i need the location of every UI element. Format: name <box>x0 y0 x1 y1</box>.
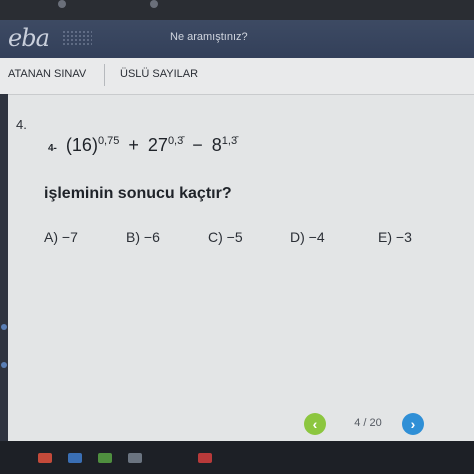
browser-tab-strip <box>0 0 474 20</box>
sidebar-icon[interactable] <box>1 324 7 330</box>
chevron-right-icon[interactable]: › <box>402 413 424 435</box>
taskbar-app-icon[interactable] <box>98 453 112 463</box>
search-input[interactable]: Ne aramıştınız? <box>170 31 248 43</box>
choice-c[interactable]: C) −5 <box>208 229 243 245</box>
taskbar-app-icon[interactable] <box>38 453 52 463</box>
question-prompt: işleminin sonucu kaçtır? <box>44 185 232 202</box>
left-sidebar-strip <box>0 94 8 474</box>
tabs-bar: ATANAN SINAV ÜSLÜ SAYILAR <box>0 58 474 95</box>
logo-dots <box>62 30 92 46</box>
choice-a[interactable]: A) −7 <box>44 229 78 245</box>
term3-base: 8 <box>211 135 222 155</box>
expression-prefix: 4- <box>48 143 57 154</box>
choice-d[interactable]: D) −4 <box>290 229 325 245</box>
tab-uslu-sayilar[interactable]: ÜSLÜ SAYILAR <box>120 68 198 80</box>
term2-exponent: 0,3̄ <box>167 135 184 147</box>
browser-tab-icon <box>150 0 158 8</box>
chevron-left-icon[interactable]: ‹ <box>304 413 326 435</box>
app-header: eba Ne aramıştınız? <box>0 20 474 58</box>
term2-base: 27 <box>147 135 168 155</box>
taskbar-app-icon[interactable] <box>128 453 142 463</box>
term1-base: (16) <box>65 135 98 155</box>
question-expression: 4- (16)0,75 + 270,3̄ − 81,3̄ <box>48 135 237 156</box>
pagination: ‹ 4 / 20 › <box>304 411 444 437</box>
choice-e[interactable]: E) −3 <box>378 229 412 245</box>
taskbar-app-icon[interactable] <box>198 453 212 463</box>
term1-exponent: 0,75 <box>97 135 120 147</box>
page-counter: 4 / 20 <box>354 417 382 429</box>
taskbar <box>0 441 474 474</box>
choice-b[interactable]: B) −6 <box>126 229 160 245</box>
question-panel: 4. 4- (16)0,75 + 270,3̄ − 81,3̄ işlemini… <box>8 95 474 441</box>
screen: eba Ne aramıştınız? ATANAN SINAV ÜSLÜ SA… <box>0 0 474 474</box>
operator-plus: + <box>128 135 139 155</box>
tab-divider <box>104 64 105 86</box>
eba-logo[interactable]: eba <box>8 24 50 52</box>
answer-choices: A) −7 B) −6 C) −5 D) −4 E) −3 <box>44 229 464 253</box>
sidebar-icon[interactable] <box>1 362 7 368</box>
browser-tab-icon <box>58 0 66 8</box>
tab-atanan-sinav[interactable]: ATANAN SINAV <box>8 68 86 80</box>
question-number: 4. <box>16 117 27 132</box>
operator-minus: − <box>192 135 203 155</box>
term3-exponent: 1,3̄ <box>221 135 238 147</box>
taskbar-app-icon[interactable] <box>68 453 82 463</box>
